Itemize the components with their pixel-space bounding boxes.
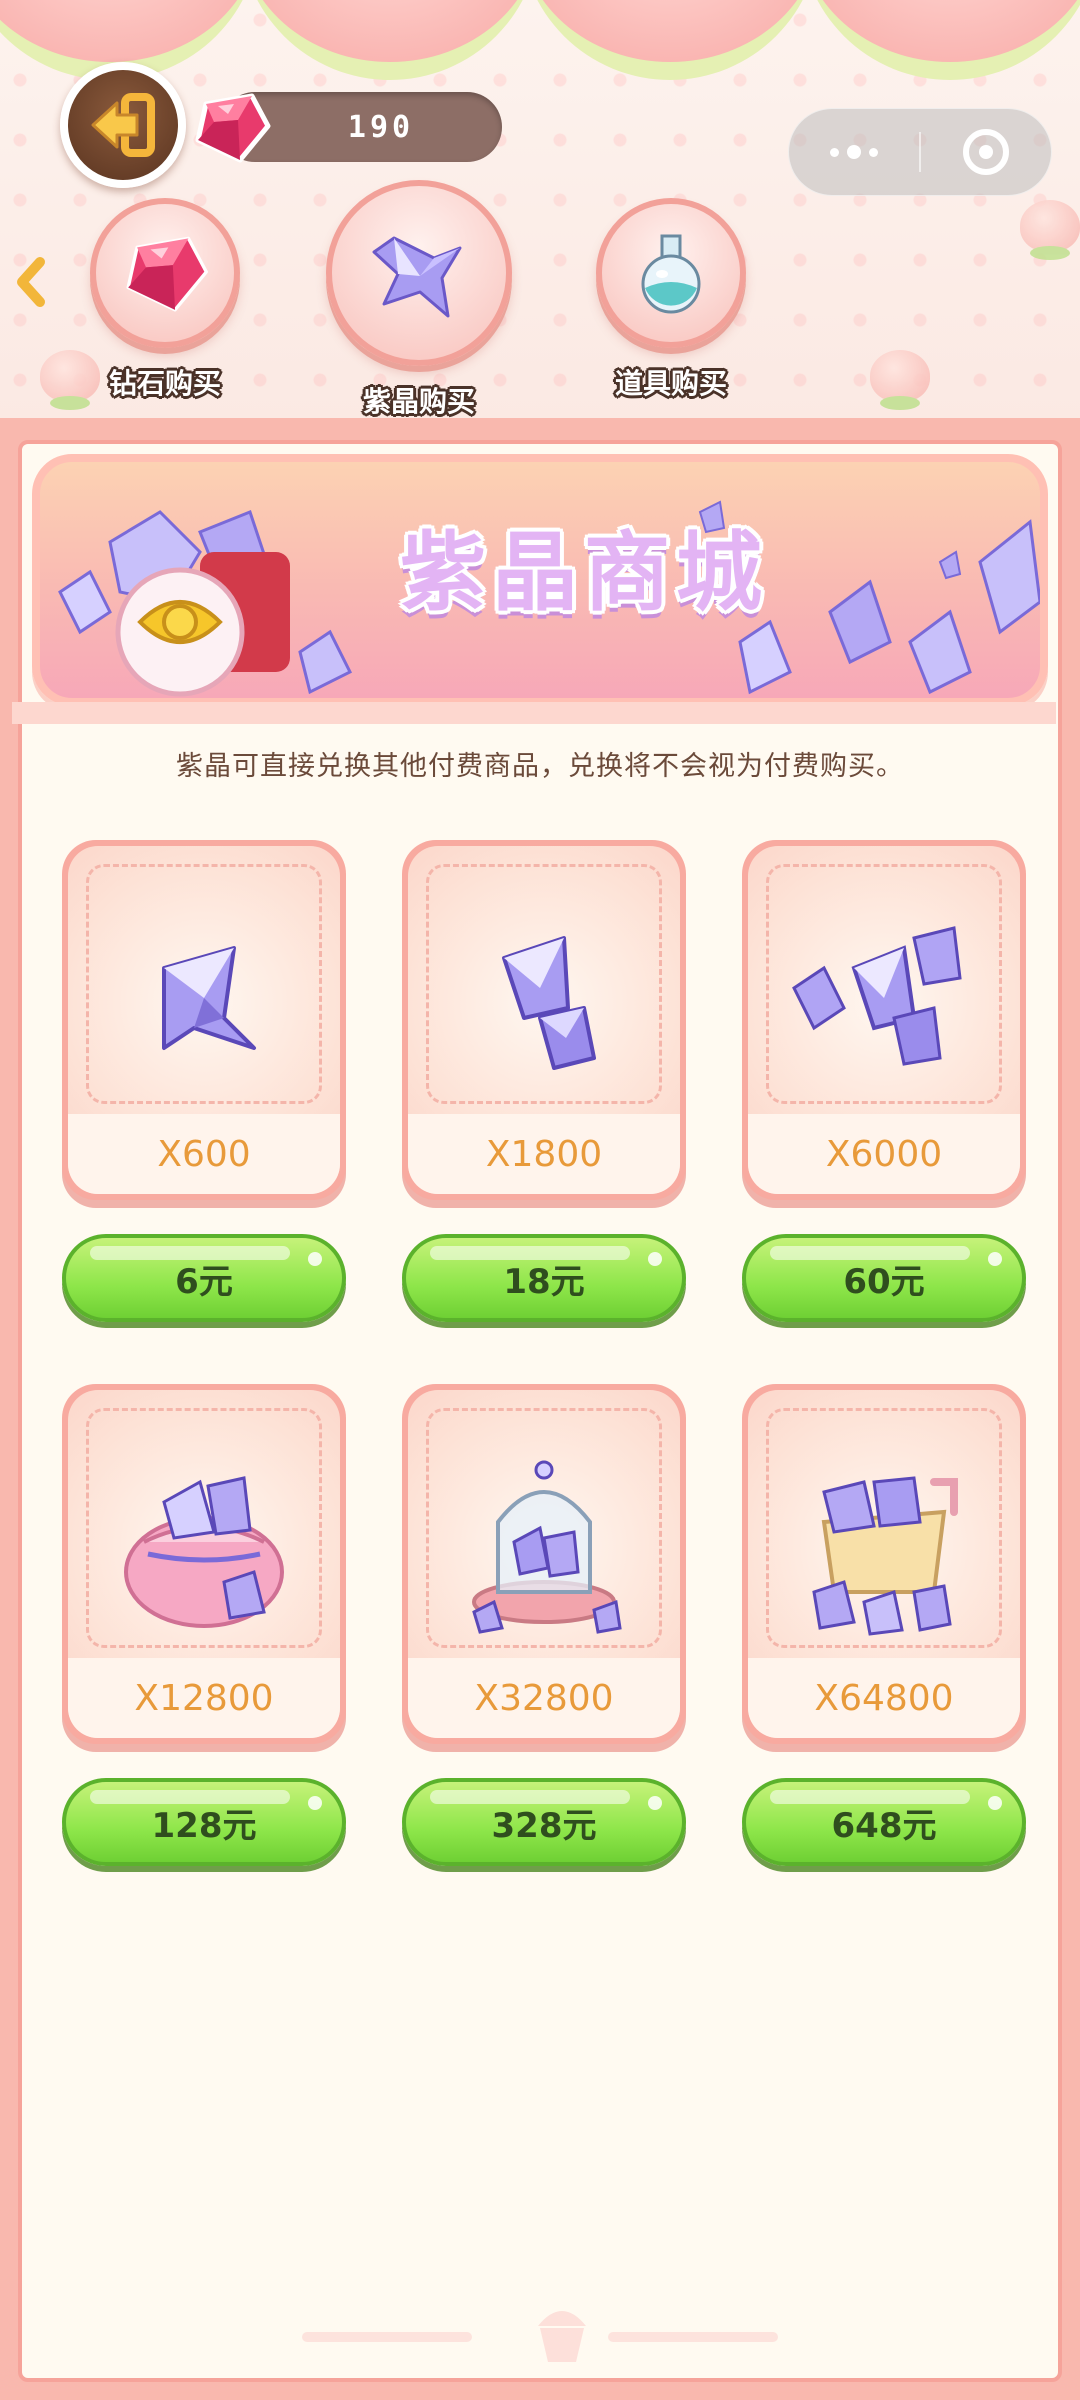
tab-diamond-purchase[interactable]: 钻石购买: [90, 198, 240, 402]
shop-panel-content: 紫晶商城 紫晶可直接兑换其他付费商品，兑换将不会视为付费购买。 X600 X18…: [12, 440, 1062, 2382]
tab-label: 紫晶购买: [362, 385, 475, 418]
buy-button-price: 6元: [175, 1261, 233, 1302]
ruby-gem-icon: [195, 93, 271, 163]
crystal-bag-icon: [124, 1476, 284, 1628]
exit-arrow-icon: [91, 93, 155, 157]
product-card[interactable]: X32800: [402, 1384, 686, 1752]
close-mini-program-icon[interactable]: [921, 109, 1051, 195]
crystal-dome-icon: [472, 1460, 622, 1634]
product-card[interactable]: X600: [62, 840, 346, 1208]
crystal-pile-icon: [698, 500, 1040, 695]
ruby-gem-icon: [126, 236, 208, 312]
shop-panel: 紫晶商城 紫晶可直接兑换其他付费商品，兑换将不会视为付费购买。 X600 X18…: [0, 418, 1080, 2400]
potion-flask-icon: [641, 234, 701, 314]
product-card[interactable]: X64800: [742, 1384, 1026, 1752]
chevron-left-icon[interactable]: [10, 252, 50, 312]
buy-button-price: 60元: [843, 1261, 925, 1302]
mini-program-capsule: [788, 108, 1052, 196]
cupcake-icon: [538, 2311, 586, 2362]
product-amount: X12800: [134, 1677, 274, 1719]
amethyst-crystal-icon: [372, 236, 462, 318]
buy-button-price: 128元: [151, 1805, 257, 1846]
crystal-pile-icon: [58, 510, 353, 697]
notice-text: 紫晶可直接兑换其他付费商品，兑换将不会视为付费购买。: [176, 751, 904, 782]
product-amount: X32800: [474, 1677, 614, 1719]
crystal-cart-icon: [812, 1476, 958, 1636]
peach-decoration-icon: [1020, 200, 1080, 260]
footer-divider: [608, 2332, 778, 2342]
back-button[interactable]: [60, 62, 186, 188]
tab-amethyst-purchase[interactable]: 紫晶购买: [326, 180, 512, 420]
double-crystal-icon: [502, 936, 596, 1070]
top-header: 190 钻石购买 紫晶购买 道具购买: [0, 0, 1080, 420]
buy-button-price: 328元: [491, 1805, 597, 1846]
product-card[interactable]: X6000: [742, 840, 1026, 1208]
single-crystal-icon: [162, 946, 256, 1050]
footer-divider: [302, 2332, 472, 2342]
product-amount: X1800: [485, 1133, 603, 1175]
buy-button[interactable]: 18元: [402, 1234, 686, 1322]
product-amount: X64800: [814, 1677, 954, 1719]
more-options-icon[interactable]: [789, 109, 919, 195]
gem-balance-value: 190: [347, 109, 415, 145]
crystal-cluster-icon: [792, 926, 962, 1066]
tab-label: 钻石购买: [108, 367, 221, 400]
amethyst-shop-banner: 紫晶商城: [32, 454, 1048, 706]
product-amount: X6000: [825, 1133, 943, 1175]
buy-button[interactable]: 128元: [62, 1778, 346, 1866]
buy-button-price: 648元: [831, 1805, 937, 1846]
product-amount: X600: [157, 1133, 251, 1175]
tab-item-purchase[interactable]: 道具购买: [596, 198, 746, 402]
buy-button[interactable]: 60元: [742, 1234, 1026, 1322]
buy-button-price: 18元: [503, 1261, 585, 1302]
buy-button[interactable]: 6元: [62, 1234, 346, 1322]
tab-label: 道具购买: [614, 367, 727, 400]
buy-button[interactable]: 648元: [742, 1778, 1026, 1866]
buy-button[interactable]: 328元: [402, 1778, 686, 1866]
product-card[interactable]: X1800: [402, 840, 686, 1208]
peach-decoration-icon: [870, 350, 930, 410]
product-card[interactable]: X12800: [62, 1384, 346, 1752]
